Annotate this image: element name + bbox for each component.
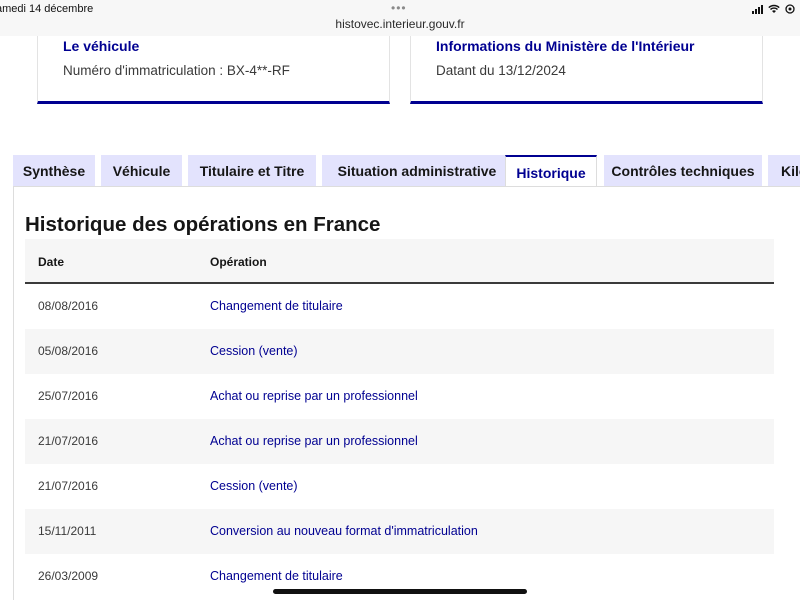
table-body: 08/08/2016 Changement de titulaire 05/08… (25, 284, 774, 599)
ministry-info-card: Informations du Ministère de l'Intérieur… (410, 36, 763, 104)
tab-synthese[interactable]: Synthèse (13, 155, 95, 187)
tab-situation-administrative[interactable]: Situation administrative (322, 155, 512, 187)
location-icon (785, 4, 795, 14)
vehicle-card: Le véhicule Numéro d'immatriculation : B… (37, 36, 390, 104)
wifi-icon (768, 4, 780, 13)
table-header: Date Opération (25, 239, 774, 284)
vehicle-card-title: Le véhicule (63, 38, 140, 54)
operation-date: 25/07/2016 (38, 389, 99, 403)
history-table: Date Opération 08/08/2016 Changement de … (25, 239, 774, 599)
table-row: 21/07/2016 Achat ou reprise par un profe… (25, 419, 774, 464)
operation-date: 21/07/2016 (38, 434, 99, 448)
operation-column-header: Opération (210, 255, 267, 269)
operation-link[interactable]: Conversion au nouveau format d'immatricu… (210, 524, 478, 538)
operation-date: 05/08/2016 (38, 344, 99, 358)
operation-link[interactable]: Cession (vente) (210, 344, 298, 358)
date-column-header: Date (38, 255, 65, 269)
ministry-card-title: Informations du Ministère de l'Intérieur (436, 38, 695, 54)
operation-date: 26/03/2009 (38, 569, 99, 583)
registration-number: Numéro d'immatriculation : BX-4**-RF (63, 63, 290, 78)
operation-link[interactable]: Achat ou reprise par un professionnel (210, 434, 418, 448)
home-indicator[interactable] (273, 589, 527, 594)
table-row: 08/08/2016 Changement de titulaire (25, 284, 774, 329)
tab-kilometrage[interactable]: Kilo (768, 155, 800, 187)
cellular-signal-icon (751, 4, 763, 14)
operation-link[interactable]: Changement de titulaire (210, 569, 343, 583)
table-row: 15/11/2011 Conversion au nouveau format … (25, 509, 774, 554)
table-row: 05/08/2016 Cession (vente) (25, 329, 774, 374)
operation-link[interactable]: Changement de titulaire (210, 299, 343, 313)
address-bar-url[interactable]: histovec.interieur.gouv.fr (0, 17, 800, 31)
operation-link[interactable]: Achat ou reprise par un professionnel (210, 389, 418, 403)
table-row: 25/07/2016 Achat ou reprise par un profe… (25, 374, 774, 419)
table-row: 21/07/2016 Cession (vente) (25, 464, 774, 509)
tab-controles-techniques[interactable]: Contrôles techniques (604, 155, 762, 187)
data-date: Datant du 13/12/2024 (436, 63, 566, 78)
status-icons: 8 (751, 3, 800, 15)
status-date: amedi 14 décembre (0, 3, 94, 15)
operation-link[interactable]: Cession (vente) (210, 479, 298, 493)
operation-date: 21/07/2016 (38, 479, 99, 493)
history-title: Historique des opérations en France (25, 213, 381, 236)
tab-historique[interactable]: Historique (505, 155, 597, 188)
operation-date: 08/08/2016 (38, 299, 99, 313)
tab-vehicule[interactable]: Véhicule (101, 155, 182, 187)
more-dots-icon[interactable]: ••• (391, 1, 407, 15)
operation-date: 15/11/2011 (38, 524, 97, 538)
tab-titulaire-et-titre[interactable]: Titulaire et Titre (188, 155, 316, 187)
status-bar: amedi 14 décembre ••• histovec.interieur… (0, 0, 800, 36)
